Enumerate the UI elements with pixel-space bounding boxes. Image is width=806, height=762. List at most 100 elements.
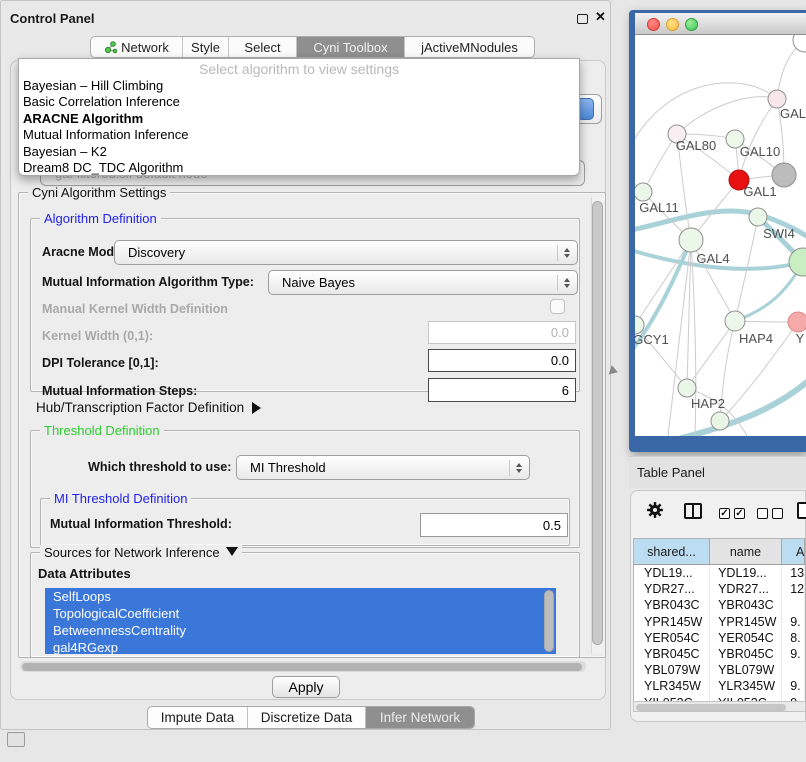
table-cell: 9. (782, 678, 805, 694)
table-cell: YER054C (634, 630, 710, 646)
checked-checkbox-icon[interactable]: ✓ (719, 508, 730, 519)
attribute-item[interactable]: BetweennessCentrality (45, 622, 556, 639)
attribute-item[interactable]: gal4RGexp (45, 639, 556, 654)
attribute-item[interactable]: SelfLoops (45, 588, 556, 605)
tab-cyni-toolbox[interactable]: Cyni Toolbox (297, 37, 405, 57)
table-row[interactable]: YPR145WYPR145W9. (634, 614, 805, 630)
network-edge (643, 134, 677, 192)
column-header-shared-name[interactable]: shared... (634, 539, 710, 564)
table-cell: YBL079W (710, 662, 782, 678)
mi-steps-value: 6 (562, 383, 569, 398)
expanded-arrow-icon[interactable] (226, 547, 238, 556)
table-cell: 13 (782, 565, 805, 581)
node-label: GCY1 (635, 332, 669, 347)
table-cell: YBL079W (634, 662, 710, 678)
aracne-mode-value: Discovery (128, 245, 185, 260)
table-cell: 12 (782, 581, 805, 597)
network-node[interactable] (635, 183, 652, 201)
table-row[interactable]: YER054CYER054C8. (634, 630, 805, 646)
cyni-bottom-tab-bar: Impute Data Discretize Data Infer Networ… (147, 706, 475, 729)
network-view-window[interactable]: GALGAL80GAL10GAL1GAL11GAL4SWI4GCY1HAP4YH… (629, 10, 806, 452)
collapsed-arrow-icon[interactable] (252, 402, 261, 414)
node-label: GAL11 (639, 200, 679, 215)
which-threshold-label: Which threshold to use: (88, 460, 231, 474)
dropdown-item[interactable]: Dream8 DC_TDC Algorithm (19, 160, 579, 176)
tab-select[interactable]: Select (229, 37, 297, 57)
gear-icon[interactable] (646, 501, 664, 519)
network-node[interactable] (788, 312, 806, 332)
close-icon[interactable]: ✕ (595, 9, 606, 25)
settings-hscrollbar-thumb[interactable] (22, 663, 582, 671)
network-node[interactable] (679, 228, 703, 252)
mouse-cursor (609, 365, 620, 377)
tab-jactivemnodules[interactable]: jActiveMNodules (405, 37, 534, 57)
settings-scrollbar-thumb[interactable] (592, 201, 603, 645)
tab-jactivemnodules-label: jActiveMNodules (421, 40, 518, 55)
unchecked-checkbox-icon[interactable] (757, 508, 768, 519)
network-node[interactable] (725, 311, 745, 331)
checked-checkbox-icon[interactable]: ✓ (734, 508, 745, 519)
network-node[interactable] (678, 379, 696, 397)
mi-steps-field[interactable]: 6 (428, 378, 576, 402)
dropdown-item[interactable]: Basic Correlation Inference (19, 94, 579, 110)
mi-algorithm-type-combobox[interactable]: Naive Bayes (268, 270, 578, 295)
settings-hscrollbar-track[interactable] (20, 661, 586, 672)
network-window-titlebar[interactable] (635, 13, 806, 35)
network-canvas[interactable]: GALGAL80GAL10GAL1GAL11GAL4SWI4GCY1HAP4YH… (635, 35, 806, 436)
table-row[interactable]: YBL079WYBL079W (634, 662, 805, 678)
tab-network[interactable]: Network (91, 37, 183, 57)
table-cell: YLR345W (634, 678, 710, 694)
zoom-traffic-light-icon[interactable] (685, 18, 698, 31)
dropdown-item[interactable]: Bayesian – Hill Climbing (19, 78, 579, 94)
columns-icon[interactable] (684, 503, 702, 519)
dropdown-item[interactable]: ARACNE Algorithm (19, 111, 579, 127)
node-label: GAL1 (743, 184, 776, 199)
network-node[interactable] (711, 412, 729, 430)
dropdown-item[interactable]: Mutual Information Inference (19, 127, 579, 143)
dropdown-item[interactable]: Bayesian – K2 (19, 144, 579, 160)
kernel-width-field[interactable]: 0.0 (428, 321, 576, 344)
minimize-traffic-light-icon[interactable] (666, 18, 679, 31)
settings-group-title: Cyni Algorithm Settings (28, 185, 170, 200)
which-threshold-value: MI Threshold (250, 460, 326, 475)
which-threshold-combobox[interactable]: MI Threshold (236, 455, 530, 480)
control-panel-title: Control Panel (10, 11, 95, 26)
tab-impute-data[interactable]: Impute Data (148, 707, 248, 728)
dpi-tolerance-field[interactable]: 0.0 (428, 349, 576, 372)
apply-button[interactable]: Apply (272, 676, 340, 698)
attributes-scrollbar-thumb[interactable] (544, 590, 554, 652)
control-panel-tab-bar: Network Style Select Cyni Toolbox jActiv… (90, 36, 535, 58)
table-hscrollbar-track[interactable] (633, 701, 806, 712)
network-node[interactable] (772, 163, 796, 187)
node-label: HAP2 (691, 396, 725, 411)
aracne-mode-combobox[interactable]: Discovery (114, 240, 578, 265)
manual-kernel-width-checkbox[interactable] (550, 299, 565, 314)
unchecked-checkbox-icon[interactable] (772, 508, 783, 519)
data-attributes-label: Data Attributes (38, 566, 131, 581)
close-traffic-light-icon[interactable] (647, 18, 660, 31)
tab-discretize-data[interactable]: Discretize Data (248, 707, 366, 728)
float-window-icon[interactable] (577, 14, 588, 24)
dpi-tolerance-label: DPI Tolerance [0,1]: (42, 356, 159, 370)
network-edge (739, 99, 777, 180)
node-label: GAL10 (740, 144, 780, 159)
tab-infer-network[interactable]: Infer Network (366, 707, 474, 728)
column-header-clipped[interactable]: A (782, 539, 805, 564)
table-row[interactable]: YBR045CYBR045C9. (634, 646, 805, 662)
table-row[interactable]: YBR043CYBR043C (634, 597, 805, 613)
attribute-item[interactable]: TopologicalCoefficient (45, 605, 556, 622)
aracne-mode-label: Aracne Mode: (42, 245, 125, 259)
mi-threshold-field[interactable]: 0.5 (420, 513, 568, 537)
table-cell: YBR043C (634, 597, 710, 613)
column-header-name[interactable]: name (710, 539, 782, 564)
hub-definition-section[interactable]: Hub/Transcription Factor Definition (36, 400, 261, 415)
table-hscrollbar-thumb[interactable] (636, 704, 786, 711)
table-row[interactable]: YDL19...YDL19...13 (634, 565, 805, 581)
table-row[interactable]: YDR27...YDR27...12 (634, 581, 805, 597)
document-icon[interactable] (797, 502, 806, 519)
network-node[interactable] (749, 208, 767, 226)
floating-panel-icon[interactable] (7, 732, 25, 747)
tab-style[interactable]: Style (183, 37, 229, 57)
kernel-width-value: 0.0 (551, 325, 569, 340)
table-row[interactable]: YLR345WYLR345W9. (634, 678, 805, 694)
